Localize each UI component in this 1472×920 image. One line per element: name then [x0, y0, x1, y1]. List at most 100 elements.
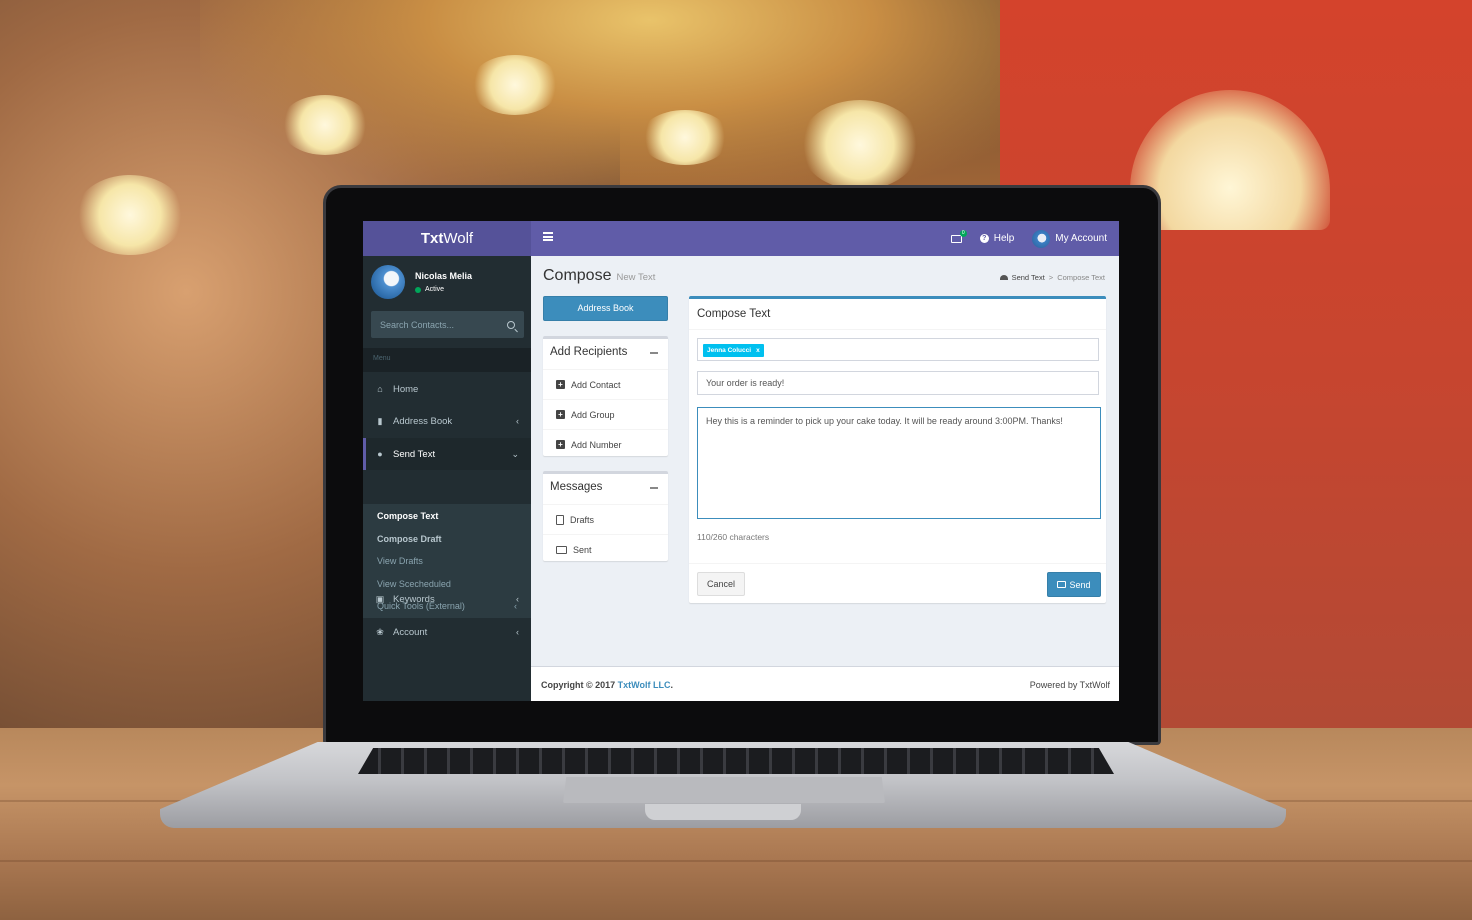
plus-square-icon: +: [556, 440, 565, 449]
add-number-link[interactable]: + Add Number: [543, 429, 668, 459]
collapse-minus-icon[interactable]: [650, 352, 658, 354]
copyright: Copyright © 2017 TxtWolf LLC.: [541, 680, 673, 690]
add-recipients-title: Add Recipients: [550, 346, 628, 358]
envelope-icon[interactable]: 0: [950, 229, 967, 243]
recipient-tag-label: Jenna Colucci: [707, 347, 752, 354]
divider: [689, 329, 1106, 330]
brand-light: Wolf: [443, 230, 474, 247]
drafts-link[interactable]: Drafts: [543, 504, 668, 534]
breadcrumb-compose-text: Compose Text: [1057, 273, 1105, 282]
recipient-tag: Jenna Colucci x: [703, 344, 764, 357]
submenu-compose-draft[interactable]: Compose Draft: [377, 534, 442, 544]
messages-box: Messages Drafts Sent: [543, 471, 668, 561]
brand-logo[interactable]: TxtWolf: [363, 221, 531, 256]
sidebar-item-label: Home: [393, 383, 419, 395]
navbar-right: 0 ? Help My Account: [950, 221, 1107, 256]
company-link[interactable]: TxtWolf LLC: [618, 680, 671, 690]
page-title-text: Compose: [543, 267, 612, 284]
page-title: Compose New Text: [543, 267, 655, 285]
powered-by: Powered by TxtWolf: [1029, 680, 1110, 690]
search-icon[interactable]: [507, 320, 515, 329]
sidebar-search: [371, 311, 524, 338]
sidebar-item-account[interactable]: ❀ Account ‹: [363, 616, 531, 648]
sidebar-item-label: Send Text: [393, 448, 436, 460]
cancel-button[interactable]: Cancel: [697, 572, 745, 596]
paw-icon: ❀: [376, 626, 384, 637]
envelope-icon: [1057, 581, 1067, 588]
send-button[interactable]: Send: [1047, 572, 1101, 597]
help-label: Help: [993, 233, 1015, 244]
sidebar-item-label: Keywords: [393, 593, 435, 605]
account-menu[interactable]: My Account: [1032, 229, 1107, 248]
add-contact-link[interactable]: + Add Contact: [543, 369, 668, 399]
plus-square-icon: +: [556, 380, 565, 389]
sidebar-item-address-book[interactable]: ▮ Address Book ‹: [363, 405, 531, 437]
subject-field-wrapper: [697, 371, 1099, 395]
sent-label: Sent: [573, 544, 592, 555]
laptop-notch: [645, 804, 801, 820]
background-lamp: [75, 175, 185, 255]
status-dot-icon: [415, 286, 421, 293]
submenu-view-drafts[interactable]: View Drafts: [377, 556, 423, 566]
compose-text-box: Compose Text Jenna Colucci x Hey this is…: [689, 296, 1106, 603]
chevron-left-icon: ‹: [516, 416, 519, 426]
sidebar-toggle-icon[interactable]: [543, 232, 553, 241]
dashboard-icon: [999, 275, 1008, 280]
laptop-keyboard: [358, 748, 1114, 774]
add-group-link[interactable]: + Add Group: [543, 399, 668, 429]
file-icon: [556, 514, 564, 525]
sidebar-item-send-text[interactable]: ● Send Text ⌄: [363, 438, 531, 470]
home-icon: ⌂: [377, 384, 383, 394]
page-footer: Copyright © 2017 TxtWolf LLC. Powered by…: [531, 666, 1119, 701]
compose-title: Compose Text: [697, 308, 771, 320]
background-lamp: [470, 55, 560, 115]
sidebar: Nicolas Melia Active Menu ⌂ Home ▮ Addre…: [363, 256, 531, 701]
search-contacts-input[interactable]: [380, 319, 500, 330]
send-label: Send: [1069, 579, 1091, 590]
book-icon: ▮: [377, 415, 383, 426]
user-status: Active: [415, 286, 472, 293]
brand-bold: Txt: [420, 230, 444, 247]
messages-title: Messages: [550, 481, 603, 493]
laptop-trackpad: [563, 777, 885, 803]
add-contact-label: Add Contact: [571, 379, 621, 390]
page-subtitle: New Text: [616, 272, 656, 283]
chevron-left-icon: ‹: [516, 594, 519, 604]
sidebar-item-home[interactable]: ⌂ Home: [363, 373, 531, 405]
subject-input[interactable]: [698, 372, 1078, 394]
message-textarea[interactable]: Hey this is a reminder to pick up your c…: [697, 407, 1101, 519]
copyright-period: .: [670, 680, 673, 690]
menu-header: Menu: [363, 348, 531, 372]
recipients-field[interactable]: Jenna Colucci x: [697, 338, 1099, 361]
copyright-text: Copyright © 2017: [541, 680, 618, 690]
plus-square-icon: +: [556, 410, 565, 419]
sent-link[interactable]: Sent: [543, 534, 668, 564]
background-lamp: [800, 100, 920, 190]
drafts-label: Drafts: [570, 514, 595, 525]
sidebar-item-keywords[interactable]: ▣ Keywords ‹: [363, 583, 531, 615]
question-icon: ?: [979, 234, 989, 243]
add-recipients-box: Add Recipients + Add Contact + Add Group…: [543, 336, 668, 456]
help-link[interactable]: ? Help: [979, 233, 1015, 244]
main-content: Compose New Text Send Text > Compose Text…: [531, 256, 1119, 666]
remove-recipient-icon[interactable]: x: [756, 344, 760, 357]
table-plank-line: [0, 860, 1472, 862]
background-lamp: [640, 110, 730, 165]
address-book-button[interactable]: Address Book: [543, 296, 668, 321]
background-lamp: [280, 95, 370, 155]
collapse-minus-icon[interactable]: [650, 487, 658, 489]
chevron-down-icon: ⌄: [511, 448, 519, 459]
sidebar-item-label: Address Book: [393, 415, 453, 427]
character-counter: 110/260 characters: [697, 532, 770, 542]
sidebar-item-label: Account: [393, 626, 428, 638]
divider: [689, 563, 1106, 564]
submenu-compose-text[interactable]: Compose Text: [377, 511, 438, 521]
user-status-label: Active: [425, 286, 445, 293]
top-navbar: TxtWolf 0 ? Help My Account: [363, 221, 1119, 256]
account-avatar: [1032, 229, 1051, 248]
breadcrumb-send-text[interactable]: Send Text: [1012, 273, 1045, 282]
add-number-label: Add Number: [571, 439, 622, 450]
mail-count-badge: 0: [959, 229, 967, 237]
user-panel: Nicolas Melia Active: [371, 264, 472, 300]
breadcrumb-separator: >: [1048, 273, 1054, 282]
